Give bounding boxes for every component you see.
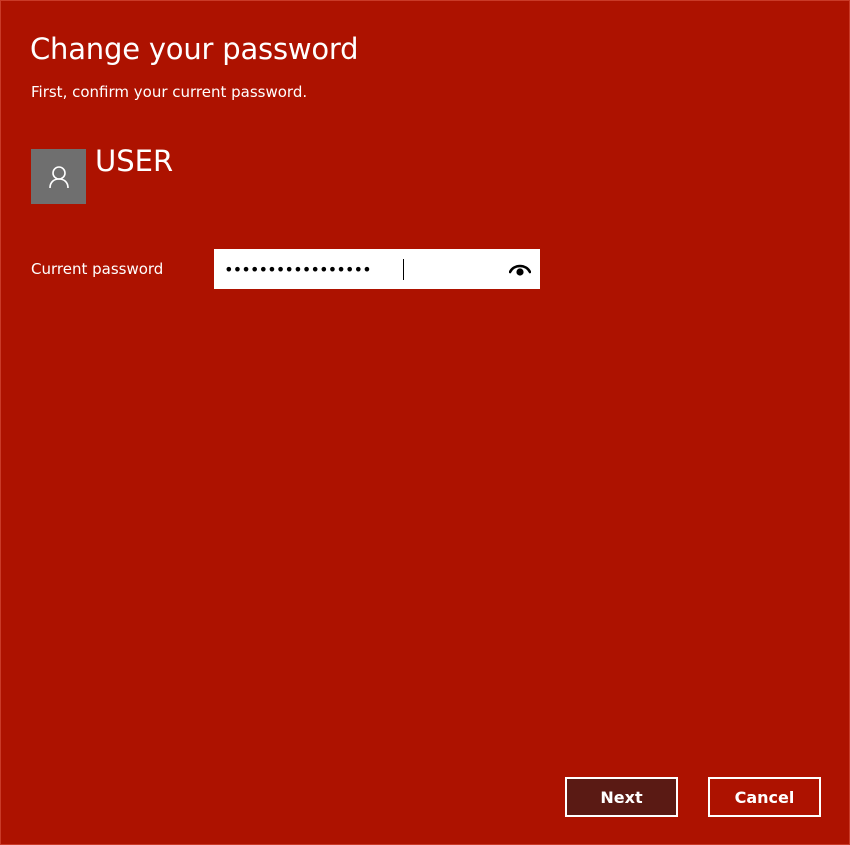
text-caret: [403, 259, 404, 280]
change-password-dialog: Change your password First, confirm your…: [0, 0, 850, 845]
username: USER: [95, 144, 174, 178]
current-password-field[interactable]: [214, 249, 540, 289]
current-password-input[interactable]: [224, 249, 504, 289]
person-icon: [48, 165, 69, 188]
eye-icon[interactable]: [509, 261, 531, 277]
current-password-label: Current password: [31, 260, 164, 278]
page-title: Change your password: [30, 32, 359, 66]
cancel-button[interactable]: Cancel: [708, 777, 821, 817]
avatar: [31, 149, 86, 204]
next-button[interactable]: Next: [565, 777, 678, 817]
page-subtitle: First, confirm your current password.: [31, 83, 308, 101]
